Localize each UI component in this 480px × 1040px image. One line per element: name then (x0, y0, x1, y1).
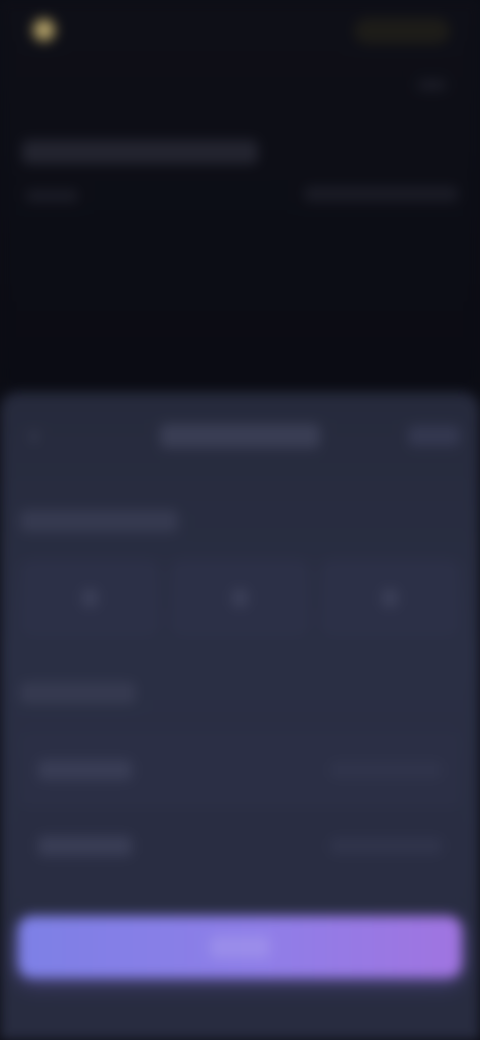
option-chip-label (82, 589, 98, 607)
option-chip[interactable] (170, 560, 310, 636)
top-background (0, 0, 480, 390)
option-chip-label (232, 589, 248, 607)
list-item-label (38, 836, 132, 856)
list-item[interactable] (20, 732, 460, 808)
list-item-value (330, 838, 442, 854)
chevron-left-icon[interactable]: ‹ (22, 424, 46, 448)
option-chip-label (382, 589, 398, 607)
bottom-sheet: ‹ (0, 392, 480, 1040)
option-chip[interactable] (320, 560, 460, 636)
page-title (22, 140, 258, 164)
sheet-title (160, 424, 320, 448)
top-right-indicator (418, 80, 446, 90)
option-chips (20, 560, 460, 636)
page-subtitle (26, 190, 78, 202)
primary-cta-button[interactable] (18, 916, 462, 978)
option-chip[interactable] (20, 560, 160, 636)
detail-list (20, 732, 460, 884)
logo-icon (32, 18, 56, 42)
list-item-label (38, 760, 132, 780)
app-logo[interactable] (32, 18, 66, 42)
list-item[interactable] (20, 808, 460, 884)
primary-cta-label (210, 936, 270, 958)
page-subtitle-right (304, 186, 458, 202)
top-right-pill-button[interactable] (354, 18, 450, 44)
sheet-action-button[interactable] (408, 426, 460, 446)
section-title-options (20, 510, 178, 532)
sheet-header: ‹ (0, 412, 480, 460)
section-title-details (20, 682, 136, 704)
list-item-value (330, 762, 442, 778)
